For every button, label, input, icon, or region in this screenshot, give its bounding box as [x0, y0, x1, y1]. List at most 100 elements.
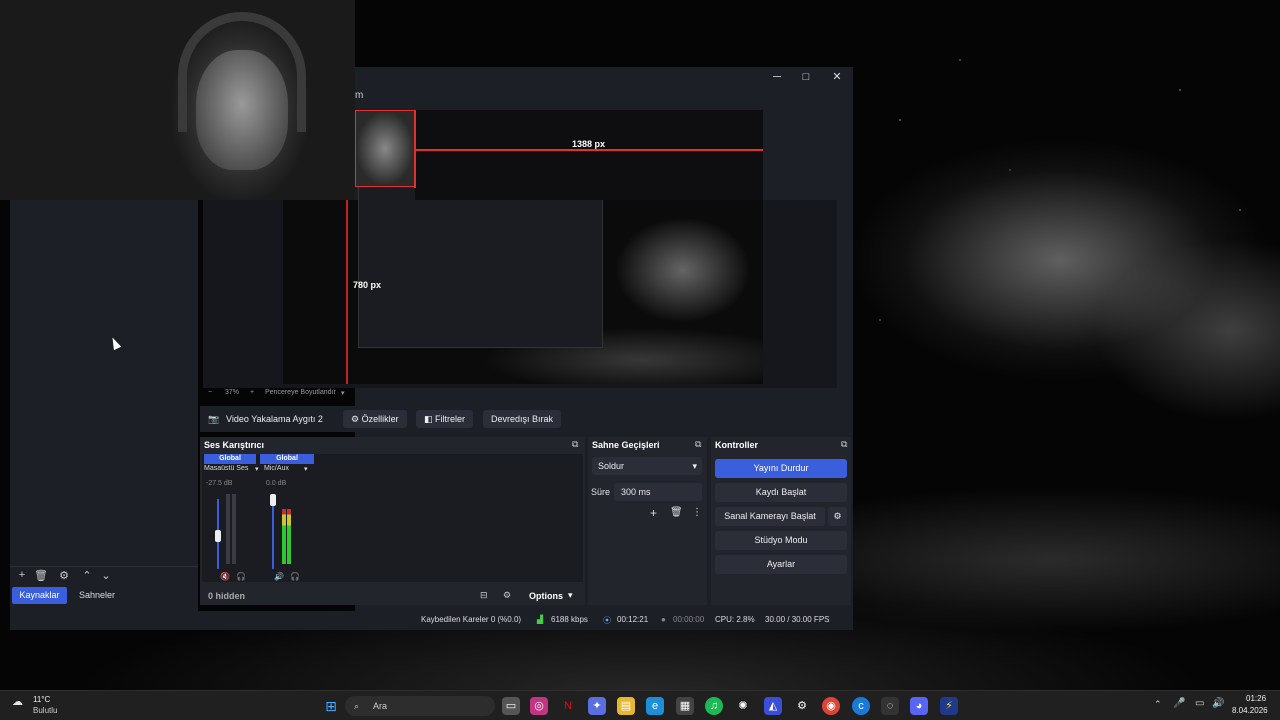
search-icon: ⌕ [354, 701, 360, 711]
preview-status: − 37% + Pencereye Boyutlandır ▾ [203, 389, 837, 401]
more-icon[interactable]: ⋮ [692, 507, 702, 518]
weather-temp[interactable]: 11°C [33, 695, 50, 704]
undock-icon[interactable]: ⧉ [572, 439, 578, 450]
maximize-button[interactable]: □ [796, 69, 816, 85]
width-label: 1388 px [572, 139, 606, 149]
volume-icon[interactable]: 🔊 [1212, 698, 1224, 709]
undock-icon[interactable]: ⧉ [841, 439, 847, 450]
volume-thumb[interactable] [215, 530, 221, 542]
volume-slider[interactable] [272, 499, 274, 569]
gear-icon[interactable]: ⚙ [57, 569, 71, 582]
width-guide [416, 149, 763, 151]
taskbar-search[interactable]: ⌕ Ara [345, 696, 495, 716]
clock-time[interactable]: 01:26 [1246, 694, 1266, 703]
layout-icon[interactable]: ⊟ [480, 590, 488, 601]
taskbar: ☁ 11°C Bulutlu ⊞ ⌕ Ara ▭ ◎ N ✦ ▤ e ▦ ♫ ✺… [0, 690, 1280, 720]
chevron-down-icon[interactable]: ▾ [304, 465, 308, 473]
preview-cam-source[interactable] [355, 110, 415, 187]
network-icon[interactable]: ▭ [1195, 698, 1204, 709]
gear-icon[interactable]: ⚙ [828, 507, 847, 526]
height-guide [346, 200, 348, 384]
discord-icon[interactable]: ◕ [910, 697, 928, 715]
preview-canvas[interactable]: 780 px [203, 160, 837, 388]
weather-icon[interactable]: ☁ [12, 695, 23, 708]
properties-label: Özellikler [361, 414, 399, 424]
netflix-icon[interactable]: N [559, 697, 577, 715]
instagram-icon[interactable]: ◎ [530, 697, 548, 715]
audio-mixer-panel: Ses Karıştırıcı ⧉ Global Masaüstü Ses ▾ … [200, 437, 585, 605]
filters-label: Filtreler [435, 414, 466, 424]
start-recording-button[interactable]: Kaydı Başlat [715, 483, 847, 502]
copilot-icon[interactable]: c [852, 697, 870, 715]
mixer-footer: 0 hidden ⊟ ⚙ Options ▾ [200, 587, 585, 605]
status-bar: Kaybedilen Kareler 0 (%0.0) ▟ 6188 kbps … [10, 611, 853, 630]
headphone-icon[interactable]: 🎧 [290, 572, 300, 581]
settings-button[interactable]: Ayarlar [715, 555, 847, 574]
obs-icon[interactable]: ◌ [881, 697, 899, 715]
channel-name[interactable]: Masaüstü Ses [204, 465, 248, 472]
channel-db: -27.5 dB [206, 480, 233, 487]
store-icon[interactable]: ▦ [676, 697, 694, 715]
spotify-icon[interactable]: ♫ [705, 697, 723, 715]
mixer-settings-icon[interactable]: ⚙ [503, 590, 511, 601]
trash-icon[interactable]: 🗑 [34, 569, 48, 582]
zoom-out-icon[interactable]: − [208, 389, 212, 396]
speaker-icon[interactable]: 🔊 [274, 572, 284, 581]
chatgpt-icon[interactable]: ✺ [734, 697, 752, 715]
clock-date[interactable]: 8.04.2026 [1232, 706, 1268, 715]
deactivate-button[interactable]: Devredışı Bırak [483, 410, 562, 428]
chevron-down-icon[interactable]: ⌄ [99, 569, 113, 582]
chevron-down-icon: ▾ [692, 461, 697, 471]
options-button[interactable]: Options [529, 591, 563, 601]
level-meter [232, 494, 236, 564]
file-explorer-icon[interactable]: ▤ [617, 697, 635, 715]
channel-name[interactable]: Mic/Aux [264, 465, 289, 472]
fit-dropdown-icon[interactable]: ▾ [341, 389, 345, 397]
mixer-channels: Global Masaüstü Ses ▾ -27.5 dB 🔇 🎧 Globa… [202, 454, 583, 582]
duration-value: 300 ms [621, 487, 651, 497]
studio-mode-button[interactable]: Stüdyo Modu [715, 531, 847, 550]
menu-partial[interactable]: m [355, 90, 363, 101]
transition-select[interactable]: Soldur ▾ [592, 457, 702, 475]
chevron-down-icon[interactable]: ▾ [568, 590, 573, 601]
minimize-button[interactable]: ─ [767, 69, 787, 85]
start-virtual-camera-button[interactable]: Sanal Kamerayı Başlat [715, 507, 825, 526]
channel-scope: Global [260, 454, 314, 464]
record-icon: ● [661, 615, 666, 624]
trash-icon[interactable]: 🗑 [670, 507, 683, 518]
channel-db: 0.0 dB [266, 480, 287, 487]
filters-button[interactable]: ◧ Filtreler [416, 410, 474, 428]
close-button[interactable]: ✕ [827, 69, 847, 85]
app-icon[interactable]: ⚡ [940, 697, 958, 715]
zoom-in-icon[interactable]: + [250, 389, 254, 396]
app-icon[interactable]: ◭ [764, 697, 782, 715]
tab-sources[interactable]: Kaynaklar [12, 587, 67, 604]
undock-icon[interactable]: ⧉ [695, 439, 701, 450]
duration-input[interactable]: 300 ms [614, 483, 702, 501]
mute-icon[interactable]: 🔇 [220, 572, 230, 581]
source-name: Video Yakalama Aygıtı 2 [226, 414, 323, 424]
headphone-icon[interactable]: 🎧 [236, 572, 246, 581]
weather-desc[interactable]: Bulutlu [33, 706, 57, 715]
chevron-down-icon[interactable]: ▾ [255, 465, 259, 473]
add-icon[interactable]: + [15, 569, 29, 581]
steam-icon[interactable]: ⚙ [793, 697, 811, 715]
windows-start-icon[interactable]: ⊞ [322, 697, 340, 715]
chevron-up-icon[interactable]: ⌃ [80, 569, 94, 582]
chrome-icon[interactable]: ◉ [822, 697, 840, 715]
microphone-icon[interactable]: 🎤 [1173, 698, 1185, 709]
bitrate: 6188 kbps [551, 615, 588, 624]
task-view-icon[interactable]: ▭ [502, 697, 520, 715]
add-icon[interactable]: + [650, 506, 657, 520]
transition-selected: Soldur [598, 461, 625, 471]
zoom-level: 37% [225, 389, 240, 396]
stop-stream-button[interactable]: Yayını Durdur [715, 459, 847, 478]
stream-time: 00:12:21 [617, 615, 649, 624]
app-icon[interactable]: ✦ [588, 697, 606, 715]
tab-scenes[interactable]: Sahneler [72, 587, 122, 604]
properties-button[interactable]: ⚙ Özellikler [343, 410, 407, 428]
volume-thumb[interactable] [270, 494, 276, 506]
edge-icon[interactable]: e [646, 697, 664, 715]
fit-mode[interactable]: Pencereye Boyutlandır [265, 389, 336, 396]
chevron-up-icon[interactable]: ⌃ [1154, 699, 1162, 710]
